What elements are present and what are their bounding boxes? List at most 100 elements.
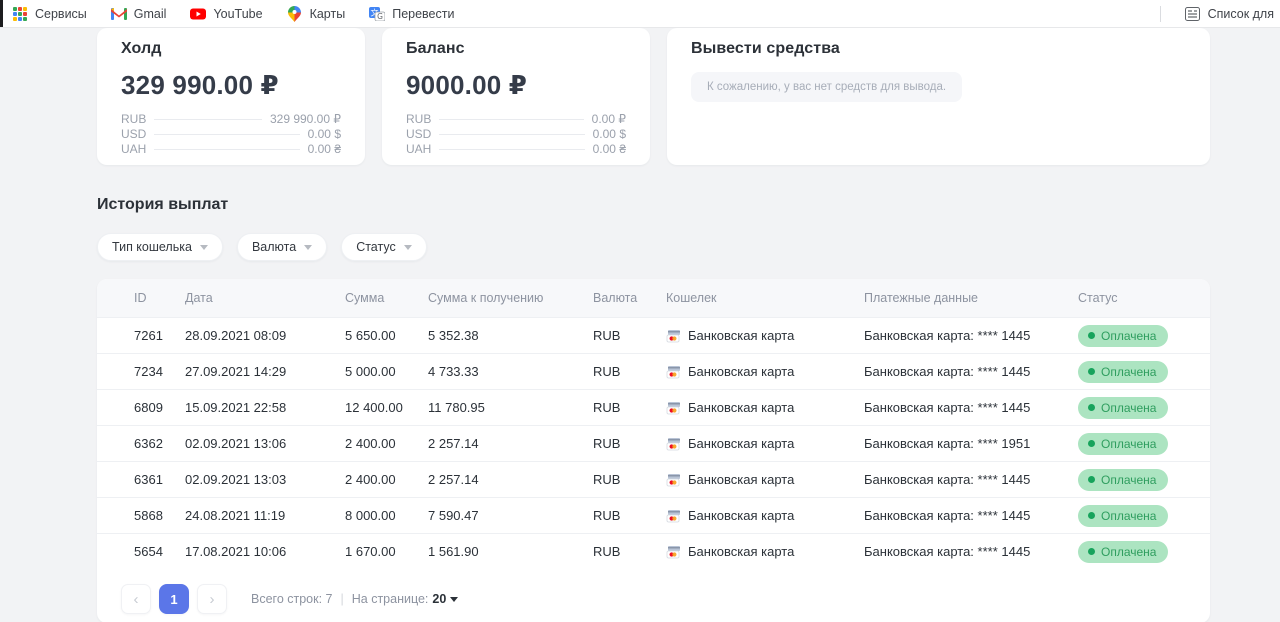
cell-date: 17.08.2021 10:06 [185, 544, 345, 559]
bookmark-youtube[interactable]: YouTube [190, 6, 262, 22]
bank-card-icon [666, 509, 681, 523]
bookmark-label: Сервисы [35, 7, 87, 21]
cell-currency: RUB [593, 400, 666, 415]
cell-wallet: Банковская карта [666, 400, 864, 415]
cell-payment-data: Банковская карта: **** 1951 [864, 436, 1078, 451]
cell-id: 6362 [134, 436, 185, 451]
status-dot-icon [1088, 512, 1095, 519]
cell-date: 27.09.2021 14:29 [185, 364, 345, 379]
table-row[interactable]: 5654 17.08.2021 10:06 1 670.00 1 561.90 … [97, 533, 1210, 569]
currency-value: 0.00 ₴ [593, 142, 626, 156]
table-row[interactable]: 7261 28.09.2021 08:09 5 650.00 5 352.38 … [97, 317, 1210, 353]
status-badge: Оплачена [1078, 325, 1168, 347]
cell-date: 02.09.2021 13:06 [185, 436, 345, 451]
hold-amount: 329 990.00 ₽ [121, 70, 341, 101]
col-header-currency: Валюта [593, 291, 666, 305]
cell-amount: 12 400.00 [345, 400, 428, 415]
currency-value: 0.00 $ [593, 127, 626, 141]
reading-list-label: Список для [1208, 7, 1274, 21]
cell-amount-receive: 11 780.95 [428, 400, 593, 415]
bookmark-translate[interactable]: 文 G Перевести [369, 6, 454, 22]
cell-amount-receive: 1 561.90 [428, 544, 593, 559]
bookmark-label: Gmail [134, 7, 167, 21]
table-row[interactable]: 7234 27.09.2021 14:29 5 000.00 4 733.33 … [97, 353, 1210, 389]
wallet-label: Банковская карта [688, 508, 794, 523]
currency-value: 329 990.00 ₽ [270, 112, 341, 126]
cell-payment-data: Банковская карта: **** 1445 [864, 544, 1078, 559]
currency-value: 0.00 ₽ [592, 112, 626, 126]
cell-id: 5868 [134, 508, 185, 523]
currency-value: 0.00 ₴ [308, 142, 341, 156]
status-badge: Оплачена [1078, 361, 1168, 383]
translate-icon: 文 G [369, 6, 385, 22]
bookmark-services[interactable]: Сервисы [12, 6, 87, 22]
cell-currency: RUB [593, 544, 666, 559]
bookmark-gmail[interactable]: Gmail [111, 6, 167, 22]
hold-row-usd: USD 0.00 $ [121, 127, 341, 142]
withdraw-card: Вывести средства К сожалению, у вас нет … [667, 28, 1210, 165]
table-row[interactable]: 6362 02.09.2021 13:06 2 400.00 2 257.14 … [97, 425, 1210, 461]
wallet-label: Банковская карта [688, 472, 794, 487]
per-page-select[interactable]: На странице: 20 [352, 592, 459, 606]
wallet-label: Банковская карта [688, 544, 794, 559]
cell-status: Оплачена [1078, 505, 1210, 527]
status-dot-icon [1088, 548, 1095, 555]
next-page-button[interactable]: › [197, 584, 227, 614]
dotted-leader [439, 149, 584, 150]
currency-code: RUB [406, 112, 431, 126]
status-badge: Оплачена [1078, 505, 1168, 527]
table-header-row: ID Дата Сумма Сумма к получению Валюта К… [97, 279, 1210, 317]
cell-currency: RUB [593, 508, 666, 523]
col-header-status: Статус [1078, 291, 1210, 305]
currency-code: UAH [406, 142, 431, 156]
cell-wallet: Банковская карта [666, 436, 864, 451]
withdraw-card-title: Вывести средства [691, 40, 1186, 58]
bank-card-icon [666, 329, 681, 343]
wallet-label: Банковская карта [688, 436, 794, 451]
prev-page-button[interactable]: ‹ [121, 584, 151, 614]
filter-label: Тип кошелька [112, 240, 192, 254]
status-dot-icon [1088, 368, 1095, 375]
bank-card-icon [666, 545, 681, 559]
wallet-type-filter[interactable]: Тип кошелька [97, 233, 223, 261]
bookmark-maps[interactable]: Карты [287, 6, 346, 22]
cell-payment-data: Банковская карта: **** 1445 [864, 472, 1078, 487]
reading-list-button[interactable]: Список для [1185, 6, 1274, 22]
cell-amount: 2 400.00 [345, 436, 428, 451]
col-header-amount: Сумма [345, 291, 428, 305]
bank-card-icon [666, 473, 681, 487]
per-page-label: На странице: [352, 592, 429, 606]
cell-id: 6809 [134, 400, 185, 415]
cell-amount: 5 000.00 [345, 364, 428, 379]
reading-list-icon [1185, 6, 1201, 22]
chevron-down-icon [404, 245, 412, 250]
currency-filter[interactable]: Валюта [237, 233, 327, 261]
bank-card-icon [666, 437, 681, 451]
balance-card: Баланс 9000.00 ₽ RUB 0.00 ₽ USD 0.00 $ U… [382, 28, 650, 165]
cell-currency: RUB [593, 472, 666, 487]
svg-text:G: G [377, 12, 383, 21]
page-1-button[interactable]: 1 [159, 584, 189, 614]
total-rows-label: Всего строк: 7 [251, 592, 333, 606]
cell-currency: RUB [593, 328, 666, 343]
table-row[interactable]: 6361 02.09.2021 13:03 2 400.00 2 257.14 … [97, 461, 1210, 497]
cell-date: 02.09.2021 13:03 [185, 472, 345, 487]
cell-status: Оплачена [1078, 469, 1210, 491]
table-row[interactable]: 5868 24.08.2021 11:19 8 000.00 7 590.47 … [97, 497, 1210, 533]
dotted-leader [154, 134, 299, 135]
chevron-down-icon [450, 597, 458, 602]
table-row[interactable]: 6809 15.09.2021 22:58 12 400.00 11 780.9… [97, 389, 1210, 425]
cell-wallet: Банковская карта [666, 472, 864, 487]
cell-status: Оплачена [1078, 397, 1210, 419]
status-dot-icon [1088, 440, 1095, 447]
bookmarks-separator [1160, 6, 1161, 22]
balance-amount: 9000.00 ₽ [406, 70, 626, 101]
status-filter[interactable]: Статус [341, 233, 427, 261]
cell-status: Оплачена [1078, 325, 1210, 347]
currency-code: USD [121, 127, 146, 141]
cell-id: 7261 [134, 328, 185, 343]
payouts-table-card: ID Дата Сумма Сумма к получению Валюта К… [97, 279, 1210, 622]
cell-status: Оплачена [1078, 541, 1210, 563]
status-badge: Оплачена [1078, 469, 1168, 491]
cell-payment-data: Банковская карта: **** 1445 [864, 508, 1078, 523]
